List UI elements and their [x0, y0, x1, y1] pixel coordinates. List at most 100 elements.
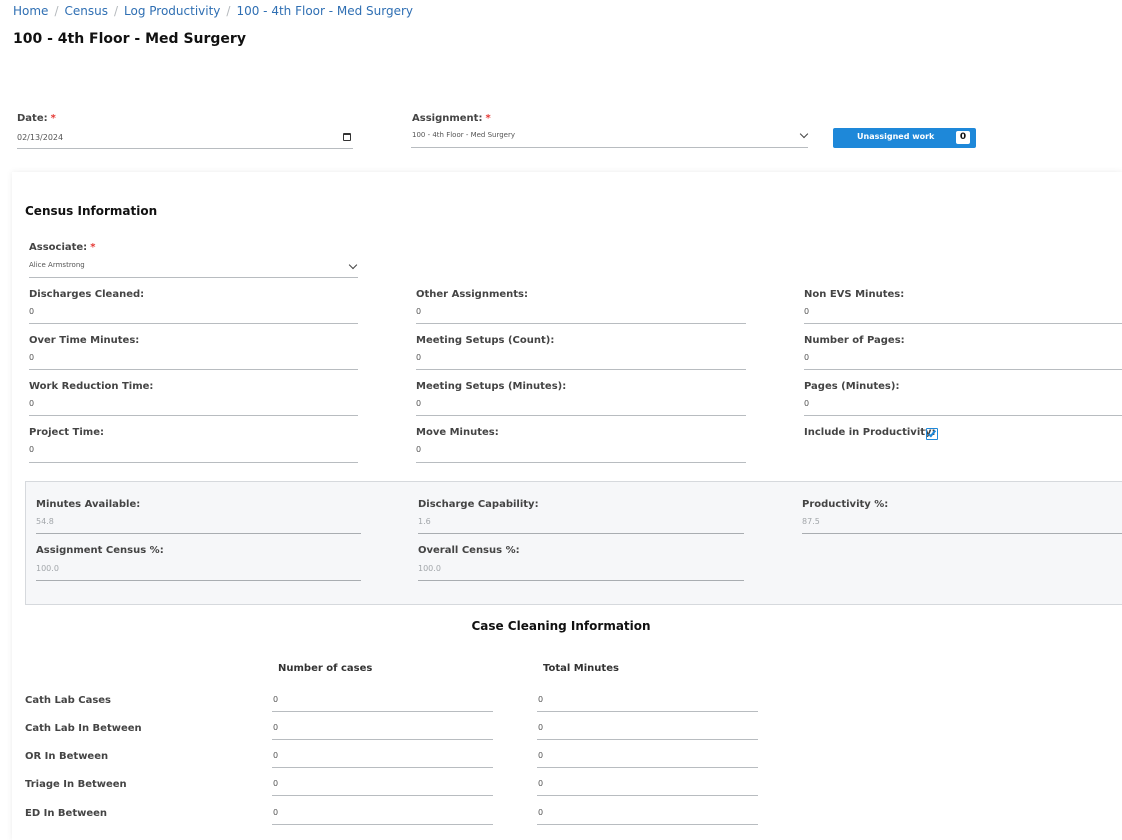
cases-input[interactable]: 0	[273, 808, 278, 817]
other-assignments-input[interactable]: 0	[416, 307, 421, 316]
pages-minutes-label: Pages (Minutes):	[804, 381, 900, 392]
field-underline	[272, 767, 493, 768]
chevron-down-icon[interactable]	[799, 129, 809, 139]
checkmark-icon	[927, 428, 937, 438]
cases-input[interactable]: 0	[273, 695, 278, 704]
unassigned-work-label: Unassigned work	[857, 132, 935, 141]
field-underline	[416, 415, 746, 416]
associate-label: Associate: *	[29, 242, 96, 253]
pages-minutes-input[interactable]: 0	[804, 399, 809, 408]
required-marker: *	[485, 113, 491, 124]
over-time-minutes-label: Over Time Minutes:	[29, 335, 140, 346]
minutes-available-label: Minutes Available:	[36, 499, 141, 510]
move-minutes-input[interactable]: 0	[416, 445, 421, 454]
field-underline	[804, 415, 1122, 416]
breadcrumb-current[interactable]: 100 - 4th Floor - Med Surgery	[236, 4, 413, 18]
field-underline	[418, 533, 744, 534]
productivity-value: 87.5	[802, 517, 820, 526]
minutes-input[interactable]: 0	[538, 723, 543, 732]
discharge-capability-label: Discharge Capability:	[418, 499, 539, 510]
assignment-label: Assignment: *	[412, 113, 491, 124]
overall-census-label: Overall Census %:	[418, 545, 520, 556]
number-of-cases-header: Number of cases	[278, 663, 373, 674]
breadcrumb-census[interactable]: Census	[64, 4, 107, 18]
assignment-select[interactable]: 100 - 4th Floor - Med Surgery	[412, 131, 515, 139]
assignment-census-value: 100.0	[36, 564, 59, 573]
other-assignments-label: Other Assignments:	[416, 289, 528, 300]
field-underline	[418, 580, 744, 581]
discharges-cleaned-input[interactable]: 0	[29, 307, 34, 316]
minutes-input[interactable]: 0	[538, 751, 543, 760]
date-underline	[17, 148, 353, 149]
field-underline	[36, 533, 361, 534]
calendar-icon[interactable]	[343, 133, 351, 141]
unassigned-work-button[interactable]: Unassigned work 0	[833, 128, 976, 148]
meeting-setups-count-input[interactable]: 0	[416, 353, 421, 362]
associate-underline	[29, 277, 358, 278]
work-reduction-time-label: Work Reduction Time:	[29, 381, 154, 392]
cases-input[interactable]: 0	[273, 751, 278, 760]
field-underline	[537, 711, 758, 712]
required-marker: *	[50, 113, 56, 124]
breadcrumb-log-productivity[interactable]: Log Productivity	[124, 4, 220, 18]
associate-select[interactable]: Alice Armstrong	[29, 261, 85, 269]
field-underline	[416, 369, 746, 370]
discharge-capability-value: 1.6	[418, 517, 431, 526]
over-time-minutes-input[interactable]: 0	[29, 353, 34, 362]
minutes-available-value: 54.8	[36, 517, 54, 526]
breadcrumb: Home / Census / Log Productivity/100 - 4th F…	[13, 4, 414, 18]
field-underline	[804, 323, 1122, 324]
field-underline	[272, 739, 493, 740]
breadcrumb-home[interactable]: Home	[13, 4, 48, 18]
field-underline	[272, 795, 493, 796]
meeting-setups-minutes-label: Meeting Setups (Minutes):	[416, 381, 567, 392]
case-row-label: Cath Lab In Between	[25, 723, 142, 734]
non-evs-minutes-input[interactable]: 0	[804, 307, 809, 316]
cases-input[interactable]: 0	[273, 723, 278, 732]
work-reduction-time-input[interactable]: 0	[29, 399, 34, 408]
case-row-label: ED In Between	[25, 808, 108, 819]
field-underline	[537, 767, 758, 768]
field-underline	[272, 711, 493, 712]
meeting-setups-minutes-input[interactable]: 0	[416, 399, 421, 408]
census-section-title: Census Information	[25, 204, 158, 218]
field-underline	[29, 369, 358, 370]
field-underline	[272, 824, 493, 825]
assignment-census-label: Assignment Census %:	[36, 545, 164, 556]
field-underline	[36, 580, 361, 581]
include-in-productivity-label: Include in Productivity:	[804, 427, 936, 438]
case-cleaning-title: Case Cleaning Information	[471, 619, 651, 633]
productivity-label: Productivity %:	[802, 499, 889, 510]
date-input[interactable]: 02/13/2024	[17, 133, 63, 142]
minutes-input[interactable]: 0	[538, 779, 543, 788]
date-label: Date: *	[17, 113, 56, 124]
field-underline	[537, 739, 758, 740]
field-underline	[29, 462, 358, 463]
discharges-cleaned-label: Discharges Cleaned:	[29, 289, 145, 300]
field-underline	[416, 323, 746, 324]
minutes-input[interactable]: 0	[538, 808, 543, 817]
project-time-input[interactable]: 0	[29, 445, 34, 454]
field-underline	[537, 795, 758, 796]
page-title: 100 - 4th Floor - Med Surgery	[13, 31, 246, 47]
field-underline	[29, 415, 358, 416]
case-row-label: Cath Lab Cases	[25, 695, 112, 706]
field-underline	[537, 824, 758, 825]
field-underline	[29, 323, 358, 324]
cases-input[interactable]: 0	[273, 779, 278, 788]
minutes-input[interactable]: 0	[538, 695, 543, 704]
meeting-setups-count-label: Meeting Setups (Count):	[416, 335, 555, 346]
non-evs-minutes-label: Non EVS Minutes:	[804, 289, 905, 300]
case-row-label: Triage In Between	[25, 779, 127, 790]
move-minutes-label: Move Minutes:	[416, 427, 499, 438]
required-marker: *	[90, 242, 96, 253]
summary-panel: Minutes Available: 54.8 Discharge Capabi…	[25, 481, 1122, 605]
number-of-pages-label: Number of Pages:	[804, 335, 905, 346]
number-of-pages-input[interactable]: 0	[804, 353, 809, 362]
include-in-productivity-checkbox[interactable]	[926, 428, 938, 440]
field-underline	[416, 462, 746, 463]
overall-census-value: 100.0	[418, 564, 441, 573]
field-underline	[804, 369, 1122, 370]
total-minutes-header: Total Minutes	[543, 663, 619, 674]
field-underline	[802, 533, 1122, 534]
